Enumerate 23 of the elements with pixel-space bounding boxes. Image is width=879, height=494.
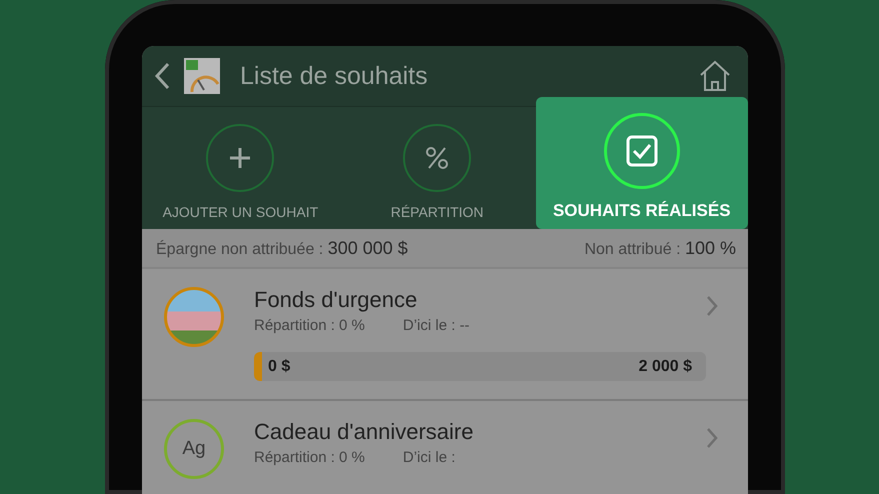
home-icon[interactable] — [698, 59, 732, 93]
plus-icon — [228, 146, 252, 170]
allocation-text: Répartition : 0 % — [254, 317, 365, 334]
due-date-text: D’ici le : — [402, 449, 456, 466]
saved-amount: 0 $ — [268, 358, 290, 376]
screen-title: Liste de souhaits — [240, 62, 429, 90]
chevron-right-icon — [706, 295, 718, 317]
initials-avatar: Ag — [164, 419, 224, 479]
goal-amount: 2 000 $ — [638, 358, 692, 376]
tab[interactable]: SOUHAITS RÉALISÉS — [536, 97, 748, 229]
wish-name: Cadeau d'anniversaire — [254, 419, 474, 445]
due-date-text: D’ici le : -- — [402, 317, 470, 334]
app-logo-icon — [184, 58, 220, 94]
tab[interactable]: AJOUTER UN SOUHAIT — [142, 107, 339, 229]
checkbox-icon — [626, 135, 658, 167]
percent-icon — [424, 145, 450, 171]
wish-name: Fonds d'urgence — [254, 287, 418, 313]
back-icon[interactable] — [154, 62, 170, 90]
unallocated-percent: Non attribué : 100 % — [584, 238, 736, 258]
chevron-right-icon — [706, 427, 718, 449]
allocation-text: Répartition : 0 % — [254, 449, 365, 466]
tab[interactable]: RÉPARTITION — [338, 107, 536, 229]
unallocated-savings: Épargne non attribuée : 300 000 $ — [156, 238, 408, 258]
